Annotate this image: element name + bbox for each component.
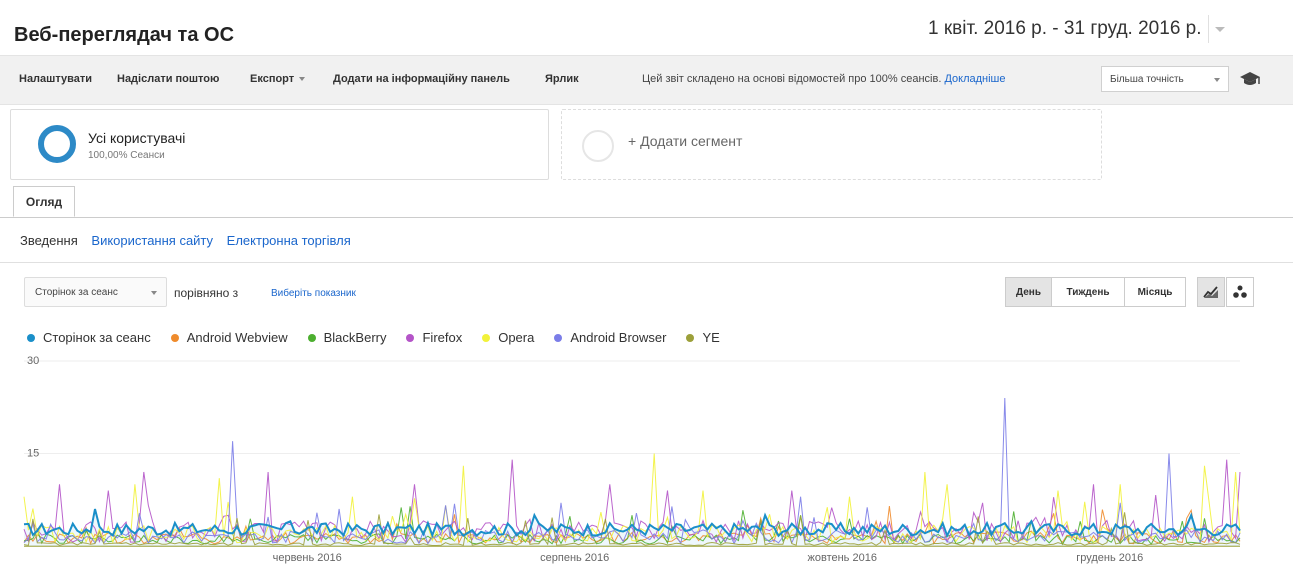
legend-label: Android Webview (186, 330, 288, 345)
legend-dot-icon (406, 333, 415, 342)
subnav-site-usage[interactable]: Використання сайту (91, 233, 213, 248)
precision-label: Більша точність (1110, 73, 1184, 85)
choose-metric-link[interactable]: Виберіть показник (271, 288, 356, 299)
x-tick-label: червень 2016 (273, 552, 342, 564)
subnav-ecommerce[interactable]: Електронна торгівля (227, 233, 351, 248)
date-range-picker[interactable]: 1 квіт. 2016 р. - 31 груд. 2016 р. (928, 14, 1280, 44)
date-range-label: 1 квіт. 2016 р. - 31 груд. 2016 р. (928, 18, 1202, 39)
segment-ring-icon (38, 125, 76, 163)
line-chart-icon (1203, 286, 1218, 298)
bubble-chart-icon (1233, 285, 1247, 298)
y-tick-label: 30 (27, 355, 39, 367)
legend-label: YE (702, 330, 720, 345)
period-week-button[interactable]: Тиждень (1051, 277, 1125, 307)
segment-percent: 100,00% Сеанси (88, 150, 165, 161)
learn-more-link[interactable]: Докладніше (944, 73, 1005, 85)
motion-chart-view-button[interactable] (1226, 277, 1254, 307)
x-tick-label: жовтень 2016 (808, 552, 877, 564)
graduation-cap-icon[interactable] (1239, 70, 1261, 88)
precision-select[interactable]: Більша точність (1101, 66, 1229, 92)
divider (0, 262, 1293, 263)
segment-all-users[interactable]: Усі користувачі 100,00% Сеанси (10, 109, 549, 180)
legend-label: BlackBerry (323, 330, 387, 345)
legend-item[interactable]: BlackBerry (307, 330, 387, 345)
compare-label: порівняно з (174, 286, 239, 300)
legend-dot-icon (686, 333, 695, 342)
chart-legend: Сторінок за сеанс Android Webview BlackBer… (27, 330, 740, 345)
subnav-summary[interactable]: Зведення (20, 233, 78, 248)
line-chart-view-button[interactable] (1197, 277, 1225, 307)
legend-item[interactable]: Android Browser (554, 330, 666, 345)
legend-label: Opera (498, 330, 535, 345)
chevron-down-icon (151, 291, 157, 295)
legend-item[interactable]: Firefox (406, 330, 462, 345)
empty-segment-icon (582, 130, 614, 162)
x-tick-label: грудень 2016 (1076, 552, 1143, 564)
legend-item[interactable]: Сторінок за сеанс (27, 330, 151, 345)
metric-select-label: Сторінок за сеанс (35, 286, 118, 298)
legend-item[interactable]: YE (686, 330, 720, 345)
chevron-down-icon (1214, 78, 1220, 82)
period-day-button[interactable]: День (1005, 277, 1052, 307)
legend-dot-icon (554, 333, 563, 342)
legend-dot-icon (307, 333, 316, 342)
legend-item[interactable]: Opera (482, 330, 534, 345)
chevron-down-icon[interactable] (1207, 15, 1231, 43)
export-button[interactable]: Експорт (250, 73, 306, 85)
line-chart: 30 15 червень 2016 серпень 2016 жовтень 2016… (23, 355, 1241, 564)
customize-button[interactable]: Налаштувати (19, 73, 92, 85)
report-toolbar: Налаштувати Надіслати поштою Експорт Дод… (0, 55, 1293, 105)
add-segment-label[interactable]: + Додати сегмент (628, 133, 742, 149)
page-title: Веб-переглядач та ОС (14, 24, 235, 46)
tab-overview[interactable]: Огляд (13, 186, 75, 217)
subnav: Зведення Використання сайту Електронна т… (20, 233, 361, 248)
x-tick-label: серпень 2016 (540, 552, 609, 564)
legend-label: Android Browser (570, 330, 667, 345)
shortcut-button[interactable]: Ярлик (545, 73, 579, 85)
y-tick-label: 15 (27, 448, 39, 460)
legend-dot-icon (482, 333, 491, 342)
sampling-note: Цей звіт складено на основі відомостей п… (642, 73, 1005, 85)
chevron-down-icon (299, 77, 306, 82)
segment-name: Усі користувачі (88, 130, 186, 146)
sampling-note-text: Цей звіт складено на основі відомостей п… (642, 73, 942, 85)
email-button[interactable]: Надіслати поштою (117, 73, 219, 85)
metric-select[interactable]: Сторінок за сеанс (24, 277, 167, 307)
legend-label: Сторінок за сеанс (43, 330, 151, 345)
period-month-button[interactable]: Місяць (1124, 277, 1186, 307)
add-segment-box[interactable]: + Додати сегмент (561, 109, 1102, 180)
legend-item[interactable]: Android Webview (170, 330, 288, 345)
legend-dot-icon (27, 333, 35, 342)
legend-dot-icon (170, 333, 179, 342)
export-label: Експорт (250, 73, 295, 85)
legend-label: Firefox (422, 330, 463, 345)
add-to-dashboard-button[interactable]: Додати на інформаційну панель (333, 73, 510, 85)
tab-bar-line (0, 217, 1293, 218)
